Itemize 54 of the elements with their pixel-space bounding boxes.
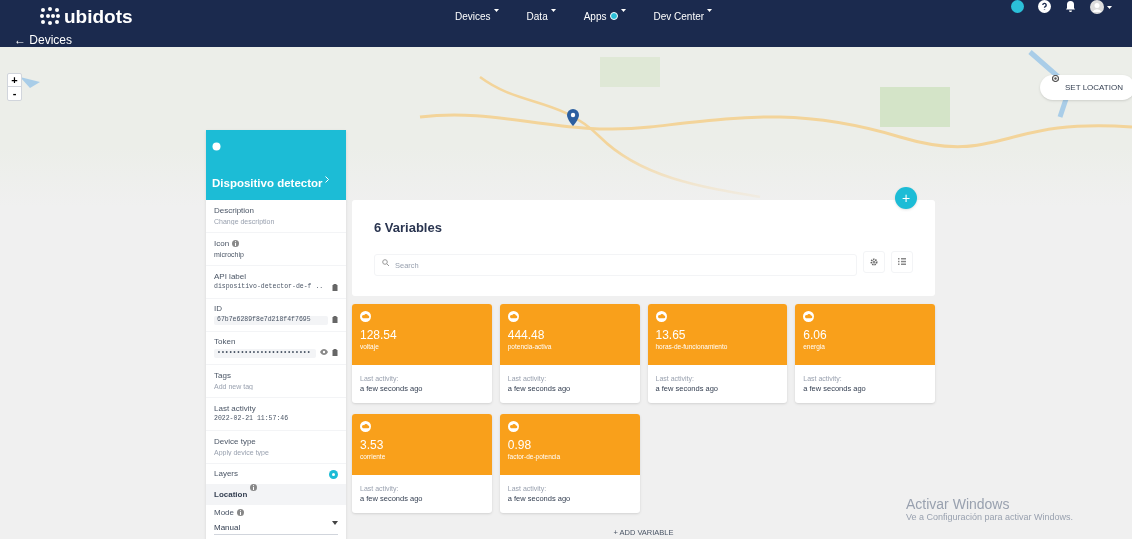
field-label: ID — [214, 305, 222, 314]
zoom-in-button[interactable]: + — [8, 74, 21, 87]
eye-icon[interactable] — [320, 349, 328, 356]
field-label: Tags — [214, 372, 231, 380]
field-label: Device type — [214, 438, 256, 446]
field-label: API label — [214, 273, 247, 281]
variable-value: 444.48 — [507, 329, 545, 341]
list-icon[interactable] — [891, 250, 913, 273]
nav-menu[interactable]: Devices — [455, 8, 499, 24]
activation-text: Ve a Configuración para activar Windows. — [906, 513, 1074, 522]
nav-menu[interactable]: Data — [526, 8, 556, 24]
field-label: Last activity — [214, 405, 256, 414]
avatar-icon[interactable] — [1090, 0, 1112, 14]
caret-icon — [332, 521, 338, 525]
info-icon — [237, 509, 244, 516]
set-location-button[interactable]: SET LOCATION — [1040, 75, 1132, 100]
field-label: Layers — [214, 468, 238, 480]
variable-value: 128.54 — [360, 329, 397, 341]
cloud-icon — [360, 421, 371, 432]
settings-icon[interactable] — [863, 250, 885, 273]
cloud-icon — [803, 311, 815, 322]
chevron-icon — [324, 176, 329, 183]
nav-menu[interactable]: Dev Center — [653, 8, 713, 24]
layers-toggle[interactable] — [329, 469, 338, 479]
logo-text: ubidots — [64, 6, 133, 26]
field-label: Mode — [214, 509, 234, 517]
cloud-icon — [360, 311, 371, 322]
variable-value: 6.06 — [803, 329, 827, 341]
field-label: Token — [214, 338, 236, 347]
nav-menu[interactable]: Apps — [583, 8, 626, 24]
search-icon — [382, 258, 389, 266]
map-pin-icon[interactable] — [567, 109, 579, 126]
crosshair-icon — [1052, 75, 1059, 82]
section-title: Location — [214, 488, 248, 501]
field-label: Icon — [214, 240, 230, 248]
back-link[interactable]: ← Devices — [14, 33, 72, 46]
logo-icon — [40, 6, 60, 25]
status-icon[interactable] — [1011, 0, 1024, 13]
zoom-out-button[interactable]: - — [8, 87, 21, 100]
mode-dropdown[interactable]: Manual — [214, 521, 338, 535]
cloud-icon — [655, 311, 667, 322]
bell-icon[interactable] — [1065, 0, 1076, 12]
field-label: Description — [214, 207, 254, 215]
clipboard-icon[interactable] — [332, 316, 338, 324]
variable-value: 0.98 — [507, 439, 532, 451]
clipboard-icon[interactable] — [332, 284, 338, 291]
clipboard-icon[interactable] — [332, 349, 338, 357]
variable-value: 13.65 — [655, 329, 686, 341]
help-icon[interactable] — [1038, 0, 1051, 13]
section-title: 6 Variables — [374, 219, 443, 237]
cloud-icon — [507, 311, 519, 322]
variable-value: 3.53 — [360, 439, 384, 451]
activation-title: Activar Windows — [906, 497, 1010, 511]
cloud-icon — [507, 421, 519, 432]
